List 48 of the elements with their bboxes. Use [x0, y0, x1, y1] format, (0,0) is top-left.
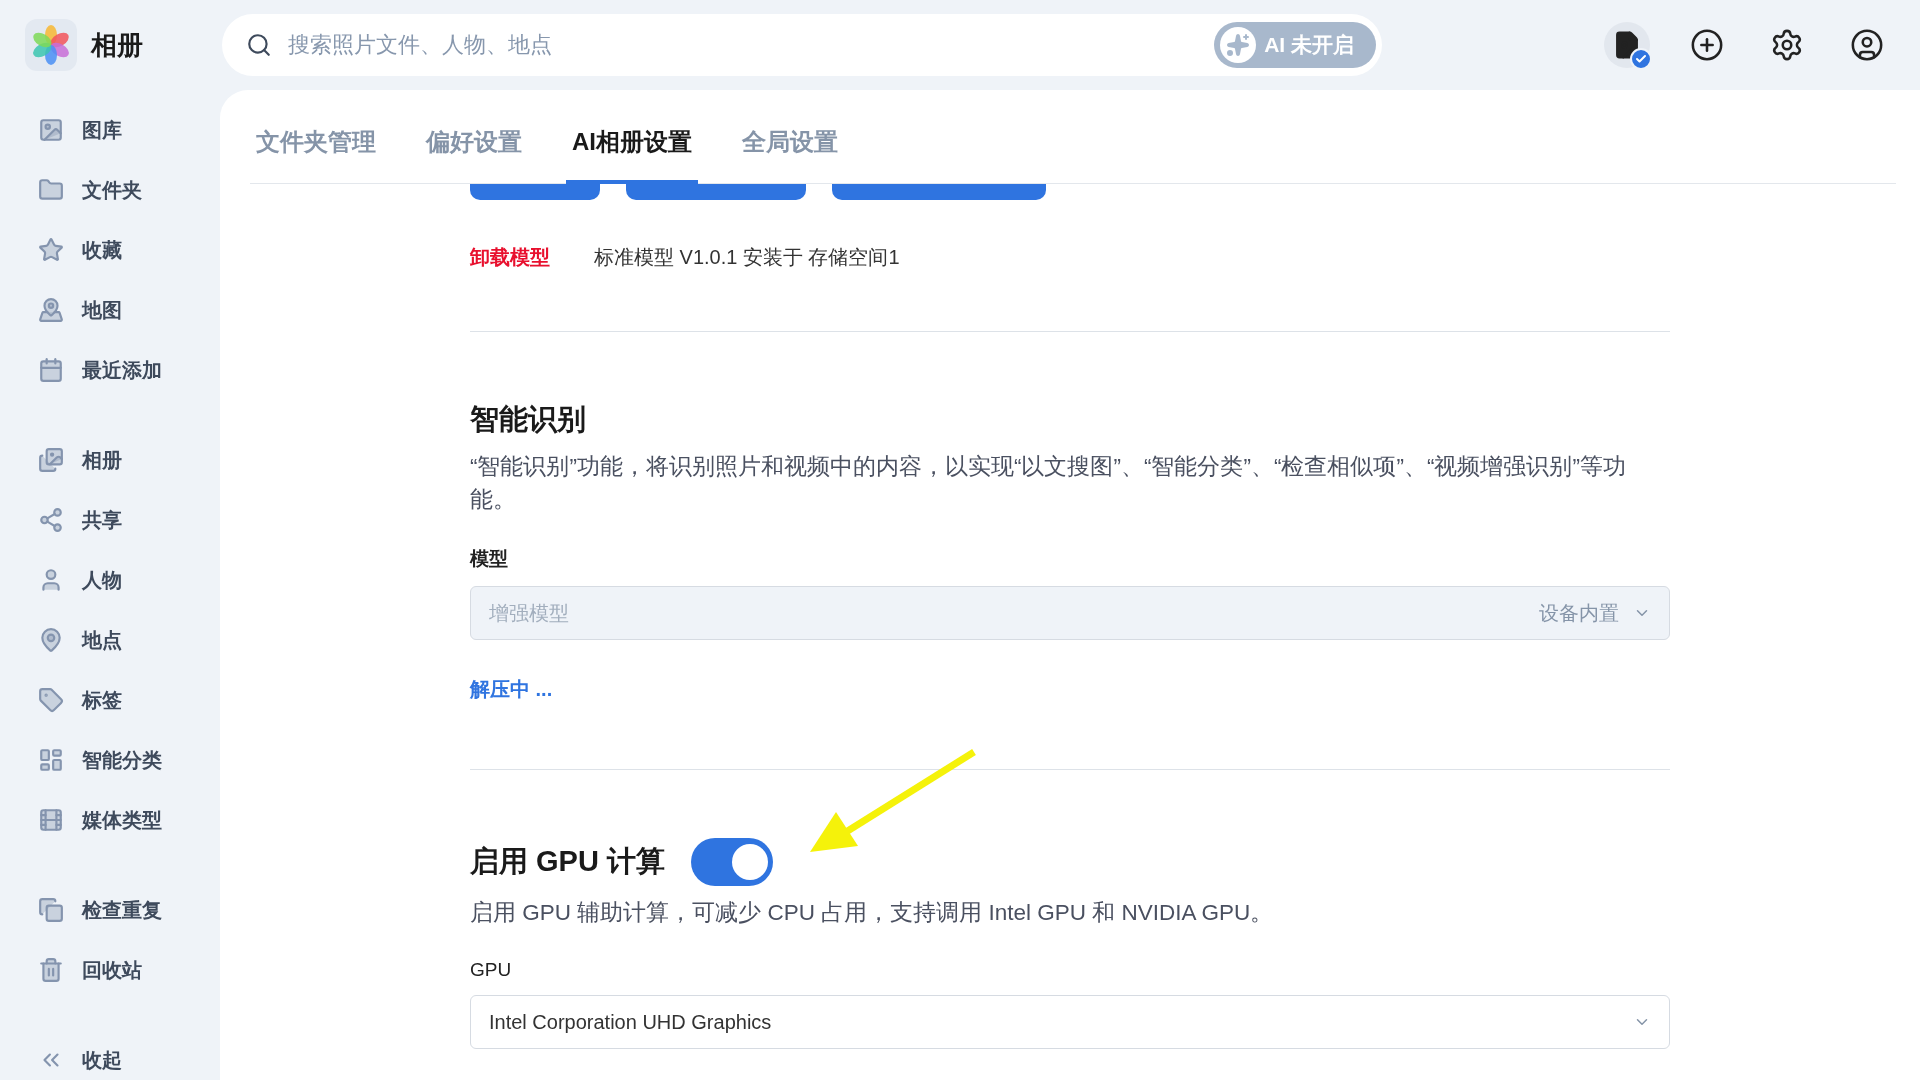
- tag-icon: [38, 687, 64, 713]
- section-description: “智能识别”功能，将识别照片和视频中的内容，以实现“以文搜图”、“智能分类”、“检查相似项”、“视频增强识别”等功能。: [470, 453, 1627, 514]
- field-label: GPU: [470, 959, 513, 981]
- sidebar-item[interactable]: 媒体类型: [0, 790, 220, 850]
- copy-icon: [38, 897, 64, 923]
- sidebar-item[interactable]: 检查重复: [0, 880, 220, 940]
- folder-icon: [38, 177, 64, 203]
- sidebar-item[interactable]: 图库: [0, 100, 220, 160]
- sidebar-item[interactable]: 相册: [0, 430, 220, 490]
- sidebar-item[interactable]: 地图: [0, 280, 220, 340]
- trash-icon: [38, 957, 64, 983]
- share-icon: [38, 507, 64, 533]
- film-icon: [38, 807, 64, 833]
- sidebar-item[interactable]: 标签: [0, 670, 220, 730]
- plus-icon: [1690, 28, 1724, 62]
- field-label: 模型: [470, 547, 509, 571]
- calendar-icon: [38, 357, 64, 383]
- uninstall-link[interactable]: 卸载模型: [470, 244, 550, 271]
- model-info: 标准模型 V1.0.1 安装于 存储空间1: [594, 245, 900, 270]
- section-title: 智能识别: [470, 402, 587, 437]
- star-icon: [38, 237, 64, 263]
- gpu-toggle[interactable]: [690, 838, 773, 886]
- settings-icon: [1770, 28, 1804, 62]
- app-title: 相册: [91, 28, 143, 62]
- gpu-select[interactable]: Intel Corporation UHD Graphics: [470, 995, 1670, 1049]
- sidebar-item[interactable]: 共享: [0, 490, 220, 550]
- images-icon: [38, 447, 64, 473]
- app-logo: [25, 19, 77, 71]
- search-icon: [246, 32, 272, 58]
- collapse-button[interactable]: 收起: [0, 1030, 220, 1080]
- section-title: 启用 GPU 计算: [470, 844, 665, 879]
- map-pin-icon: [38, 297, 64, 323]
- sidebar-item[interactable]: 智能分类: [0, 730, 220, 790]
- sidebar-item[interactable]: 文件夹: [0, 160, 220, 220]
- user-icon: [1850, 28, 1884, 62]
- file-task-button[interactable]: [1604, 22, 1650, 68]
- image-icon: [38, 117, 64, 143]
- grid-icon: [38, 747, 64, 773]
- sidebar-item[interactable]: 回收站: [0, 940, 220, 1000]
- sidebar-item[interactable]: 人物: [0, 550, 220, 610]
- location-pin-icon: [38, 627, 64, 653]
- check-badge: [1630, 48, 1652, 70]
- sparkle-icon: [1226, 33, 1251, 57]
- section-description: 启用 GPU 辅助计算，可减少 CPU 占用，支持调用 Intel GPU 和 NVIDIA GPU。: [470, 899, 1275, 927]
- status-text: 解压中 ...: [470, 677, 554, 702]
- sidebar-item[interactable]: 地点: [0, 610, 220, 670]
- sidebar-item[interactable]: 收藏: [0, 220, 220, 280]
- sidebar-item[interactable]: 最近添加: [0, 340, 220, 400]
